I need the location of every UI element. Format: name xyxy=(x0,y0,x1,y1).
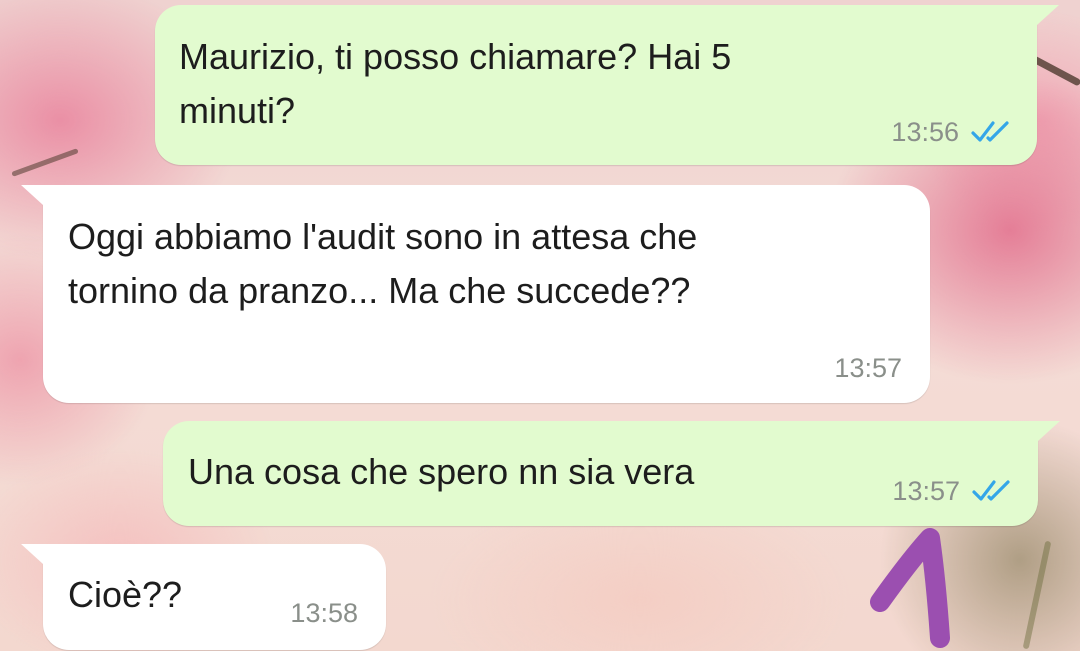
message-bubble-incoming[interactable]: Oggi abbiamo l'audit sono in attesa che … xyxy=(21,185,930,403)
bubble-tail xyxy=(1037,5,1059,25)
message-time: 13:57 xyxy=(892,476,960,506)
bubble-tail xyxy=(21,544,43,564)
bubble-tail xyxy=(21,185,43,205)
message-text: Maurizio, ti posso chiamare? Hai 5 minut… xyxy=(179,36,732,131)
double-check-icon xyxy=(972,480,1010,501)
message-meta: 13:57 xyxy=(892,476,1016,506)
bubble-tail xyxy=(1038,421,1060,441)
message-time: 13:56 xyxy=(891,117,959,147)
handwritten-one-mark xyxy=(870,528,950,648)
message-text: Oggi abbiamo l'audit sono in attesa che … xyxy=(68,216,698,311)
message-time: 13:57 xyxy=(834,353,902,383)
background-branch xyxy=(11,148,79,177)
message-time: 13:58 xyxy=(290,598,358,628)
message-text: Una cosa che spero nn sia vera xyxy=(188,451,695,492)
message-bubble-outgoing[interactable]: Una cosa che spero nn sia vera 13:57 xyxy=(163,421,1060,526)
message-text: Cioè?? xyxy=(68,574,183,615)
message-bubble-incoming[interactable]: Cioè?? 13:58 xyxy=(21,544,386,650)
message-meta: 13:58 xyxy=(290,598,358,628)
background-stem xyxy=(1022,540,1052,650)
message-meta: 13:57 xyxy=(834,353,902,383)
message-meta: 13:56 xyxy=(891,117,1015,147)
message-bubble-outgoing[interactable]: Maurizio, ti posso chiamare? Hai 5 minut… xyxy=(155,5,1059,165)
double-check-icon xyxy=(971,121,1009,142)
